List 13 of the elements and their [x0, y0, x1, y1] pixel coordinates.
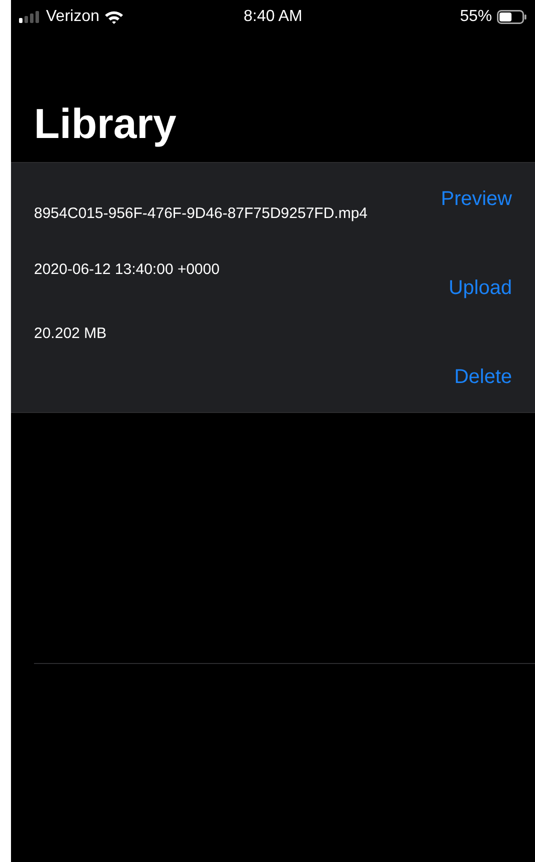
signal-icon	[19, 11, 41, 23]
battery-icon	[496, 10, 527, 24]
carrier-name: Verizon	[46, 8, 100, 26]
action-link[interactable]: Delete	[454, 365, 512, 389]
file-name: 8954C015-956F-476F-9D46-87F75D9257FD.mp4	[34, 205, 369, 223]
battery-percentage: 55%	[460, 8, 492, 26]
action-link[interactable]: Preview	[440, 187, 512, 211]
action-link[interactable]: Upload	[448, 276, 512, 300]
page-title: Library	[34, 99, 178, 149]
wifi-icon	[104, 10, 124, 24]
file-size: 20.202 MB	[34, 325, 108, 343]
clock-time: 8:40 AM	[244, 8, 302, 26]
recorded-date: 2020-06-12 13:40:00 +0000	[34, 261, 221, 279]
